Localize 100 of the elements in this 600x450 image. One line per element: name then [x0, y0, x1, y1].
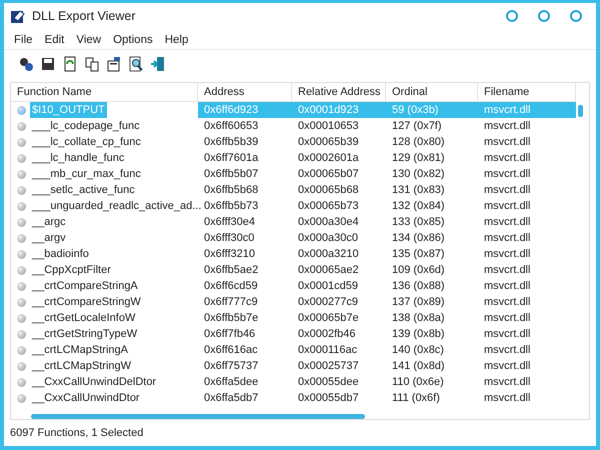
table-cell[interactable]: msvcrt.dll [478, 374, 576, 390]
table-cell[interactable]: 0x6ffb5b39 [198, 134, 292, 150]
table-cell[interactable]: msvcrt.dll [478, 278, 576, 294]
table-cell[interactable]: 0x0002fb46 [292, 326, 386, 342]
table-cell[interactable]: 0x00065b73 [292, 198, 386, 214]
table-cell[interactable]: msvcrt.dll [478, 230, 576, 246]
table-cell[interactable]: 131 (0x83) [386, 182, 478, 198]
table-cell[interactable]: 0x6ffb5b7e [198, 310, 292, 326]
table-cell[interactable]: msvcrt.dll [478, 294, 576, 310]
save-icon[interactable] [40, 56, 56, 72]
table-cell[interactable]: __argc [30, 214, 68, 230]
table-cell[interactable]: __crtLCMapStringA [30, 342, 130, 358]
table-cell[interactable]: ___mb_cur_max_func [30, 166, 143, 182]
refresh-icon[interactable] [62, 56, 78, 72]
table-cell[interactable]: __crtCompareStringW [30, 294, 143, 310]
scrollbar-thumb[interactable] [578, 105, 583, 117]
table-cell[interactable]: 0x6ff777c9 [198, 294, 292, 310]
table-cell[interactable]: msvcrt.dll [478, 166, 576, 182]
table-cell[interactable]: 0x6ff75737 [198, 358, 292, 374]
table-cell[interactable]: msvcrt.dll [478, 246, 576, 262]
table-cell[interactable]: 141 (0x8d) [386, 358, 478, 374]
table-cell[interactable]: ___setlc_active_func [30, 182, 137, 198]
exit-icon[interactable] [150, 56, 166, 72]
table-cell[interactable]: 0x6ffa5db7 [198, 390, 292, 406]
table-cell[interactable]: msvcrt.dll [478, 326, 576, 342]
scrollbar-thumb[interactable] [31, 414, 365, 419]
table-cell[interactable]: 0x0002601a [292, 150, 386, 166]
table-cell[interactable]: 0x6fff3210 [198, 246, 292, 262]
table-cell[interactable]: 0x6fff30e4 [198, 214, 292, 230]
table-cell[interactable]: 130 (0x82) [386, 166, 478, 182]
table-cell[interactable]: 0x6ffa5dee [198, 374, 292, 390]
maximize-button[interactable] [538, 10, 550, 22]
table-cell[interactable]: 0x00055db7 [292, 390, 386, 406]
table-cell[interactable]: 138 (0x8a) [386, 310, 478, 326]
table-cell[interactable]: 0x6ffb5b07 [198, 166, 292, 182]
table-cell[interactable]: 0x000277c9 [292, 294, 386, 310]
table-cell[interactable]: 0x00025737 [292, 358, 386, 374]
menu-item[interactable]: Help [158, 34, 194, 46]
close-button[interactable] [570, 10, 582, 22]
table-cell[interactable]: __badioinfo [30, 246, 91, 262]
table-cell[interactable]: 128 (0x80) [386, 134, 478, 150]
table-cell[interactable]: 110 (0x6e) [386, 374, 478, 390]
table-cell[interactable]: __crtGetLocaleInfoW [30, 310, 138, 326]
properties-icon[interactable] [106, 56, 122, 72]
table-cell[interactable]: 132 (0x84) [386, 198, 478, 214]
find-icon[interactable] [128, 56, 144, 72]
table-cell[interactable]: 0x6fff30c0 [198, 230, 292, 246]
table-cell[interactable]: 0x00065b7e [292, 310, 386, 326]
table-cell[interactable]: ___lc_handle_func [30, 150, 126, 166]
table-cell[interactable]: 0x000a30c0 [292, 230, 386, 246]
table-cell[interactable]: msvcrt.dll [478, 150, 576, 166]
table-cell[interactable]: __crtCompareStringA [30, 278, 140, 294]
table-cell[interactable]: 0x6ff6cd59 [198, 278, 292, 294]
table-cell[interactable]: __CxxCallUnwindDtor [30, 390, 142, 406]
table-cell[interactable]: __crtLCMapStringW [30, 358, 134, 374]
table-cell[interactable]: __crtGetStringTypeW [30, 326, 140, 342]
table-cell[interactable]: 140 (0x8c) [386, 342, 478, 358]
table-cell[interactable]: 0x6ffb5ae2 [198, 262, 292, 278]
table-cell[interactable]: ___lc_codepage_func [30, 118, 142, 134]
table-cell[interactable]: 0x0001cd59 [292, 278, 386, 294]
table-cell[interactable]: 0x6ff7601a [198, 150, 292, 166]
table-cell[interactable]: 133 (0x85) [386, 214, 478, 230]
table-cell[interactable]: msvcrt.dll [478, 134, 576, 150]
table-cell[interactable]: msvcrt.dll [478, 214, 576, 230]
table-cell[interactable]: 0x00065b39 [292, 134, 386, 150]
table-cell[interactable]: 0x000a30e4 [292, 214, 386, 230]
menu-item[interactable]: File [8, 34, 39, 46]
table-cell[interactable]: 0x6ff60653 [198, 118, 292, 134]
table-cell[interactable]: 0x000a3210 [292, 246, 386, 262]
table-cell[interactable]: msvcrt.dll [478, 358, 576, 374]
table-cell[interactable]: __argv [30, 230, 68, 246]
table-cell[interactable]: msvcrt.dll [478, 182, 576, 198]
table-cell[interactable]: ___lc_collate_cp_func [30, 134, 143, 150]
table-cell[interactable]: __CxxCallUnwindDelDtor [30, 374, 158, 390]
table-cell[interactable]: 0x6ff616ac [198, 342, 292, 358]
minimize-button[interactable] [506, 10, 518, 22]
table-cell[interactable]: 136 (0x88) [386, 278, 478, 294]
menu-item[interactable]: Options [107, 34, 159, 46]
table-cell[interactable]: 0x00065b07 [292, 166, 386, 182]
table-cell[interactable]: msvcrt.dll [478, 310, 576, 326]
menu-item[interactable]: Edit [38, 34, 70, 46]
menu-item[interactable]: View [70, 34, 108, 46]
table-cell[interactable]: 111 (0x6f) [386, 390, 478, 406]
table-cell[interactable]: 109 (0x6d) [386, 262, 478, 278]
table-cell[interactable]: 0x00055dee [292, 374, 386, 390]
table-cell[interactable]: 135 (0x87) [386, 246, 478, 262]
table-cell[interactable]: 127 (0x7f) [386, 118, 478, 134]
table-cell[interactable]: 0x6ffb5b68 [198, 182, 292, 198]
table-cell[interactable]: 137 (0x89) [386, 294, 478, 310]
table-cell[interactable]: 139 (0x8b) [386, 326, 478, 342]
table-cell[interactable]: 129 (0x81) [386, 150, 478, 166]
table-cell[interactable]: __CppXcptFilter [30, 262, 113, 278]
table-cell[interactable]: 0x00010653 [292, 118, 386, 134]
table-cell[interactable]: msvcrt.dll [478, 390, 576, 406]
table-cell[interactable]: 0x000116ac [292, 342, 386, 358]
table-cell[interactable]: msvcrt.dll [478, 262, 576, 278]
table-cell[interactable]: 0x00065ae2 [292, 262, 386, 278]
copy-icon[interactable] [84, 56, 100, 72]
table-cell[interactable]: 0x00065b68 [292, 182, 386, 198]
table-cell[interactable]: msvcrt.dll [478, 342, 576, 358]
